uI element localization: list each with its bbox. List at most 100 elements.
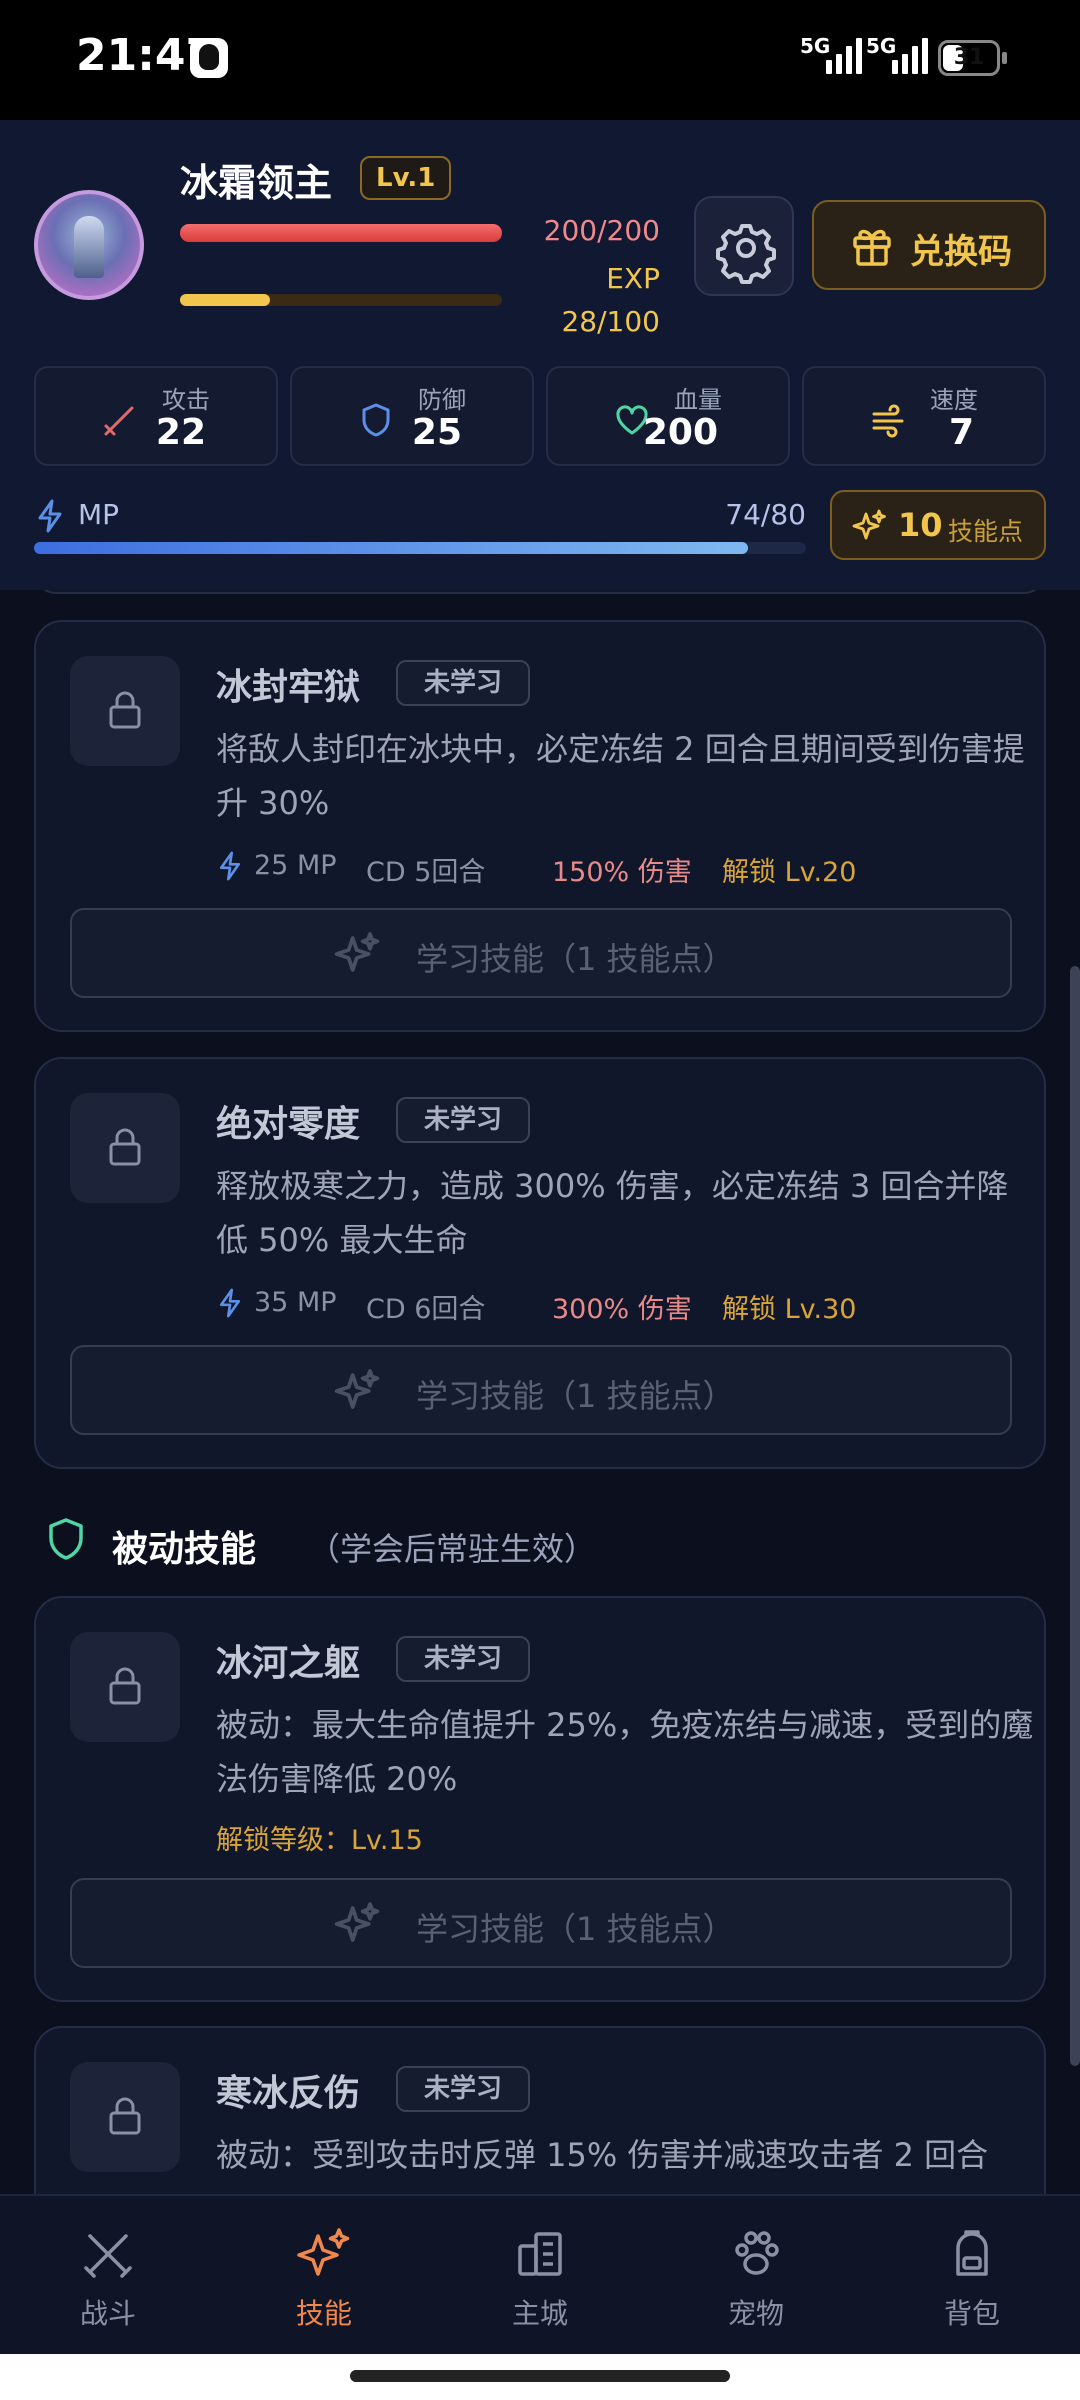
mp-text: 74/80	[725, 498, 806, 531]
player-name: 冰霜领主	[180, 161, 333, 205]
sparkle-icon	[334, 932, 380, 972]
learn-skill-label: 学习技能（1 技能点）	[416, 940, 735, 978]
skill-card: 绝对零度 未学习 释放极寒之力，造成 300% 伤害，必定冻结 3 回合并降低 …	[34, 1057, 1046, 1469]
shield-icon	[362, 403, 390, 437]
skills-list[interactable]: 冰封牢狱 未学习 将敌人封印在冰块中，必定冻结 2 回合且期间受到伤害提升 30…	[0, 590, 1080, 2194]
learn-skill-label: 学习技能（1 技能点）	[416, 1377, 735, 1415]
skill-icon-locked	[70, 656, 180, 766]
passive-section-subtitle: （学会后常驻生效）	[308, 1530, 597, 1568]
lock-icon	[109, 1128, 141, 1166]
stat-value: 22	[155, 412, 206, 453]
status-bar: 21:47 5G 5G 31	[0, 0, 1080, 120]
learn-skill-button[interactable]: 学习技能（1 技能点）	[70, 1878, 1012, 1968]
skill-description: 被动：受到攻击时反弹 15% 伤害并减速攻击者 2 回合	[216, 2136, 989, 2174]
sparkle-icon	[297, 2228, 350, 2276]
network-type-2: 5G	[866, 34, 897, 58]
skill-name: 绝对零度	[216, 1104, 361, 1145]
nav-label: 战斗	[79, 2297, 136, 2330]
settings-button[interactable]	[694, 196, 794, 296]
exp-bar	[180, 294, 502, 306]
paw-icon	[735, 2231, 779, 2275]
skill-unlock-level: 解锁 Lv.20	[722, 857, 857, 888]
gift-icon	[853, 229, 891, 266]
skill-status-badge: 未学习	[396, 2066, 531, 2112]
skill-icon-locked	[70, 1093, 180, 1203]
passive-skill-card: 寒冰反伤 未学习 被动：受到攻击时反弹 15% 伤害并减速攻击者 2 回合	[34, 2026, 1046, 2194]
mp-label: MP	[78, 498, 120, 531]
sparkle-icon	[334, 1902, 380, 1942]
skill-mp-cost: 25 MP	[254, 850, 337, 881]
system-nav-bar	[0, 2354, 1080, 2400]
passive-section-title: 被动技能	[112, 1529, 257, 1570]
skill-description: 将敌人封印在冰块中，必定冻结 2 回合且期间受到伤害提升 30%	[216, 730, 1025, 822]
sword-icon	[104, 406, 134, 436]
skill-cooldown: CD 5回合	[366, 857, 486, 888]
level-badge: Lv.1	[360, 156, 452, 200]
skill-damage: 150% 伤害	[552, 857, 692, 888]
skill-status-badge: 未学习	[396, 1636, 531, 1682]
exp-label: EXP	[606, 262, 660, 295]
scrollbar[interactable]	[1070, 966, 1080, 2066]
nav-label: 宠物	[727, 2297, 784, 2330]
skill-name: 冰封牢狱	[216, 667, 361, 708]
nav-backpack[interactable]: 背包	[864, 2196, 1080, 2356]
home-indicator[interactable]	[350, 2370, 730, 2382]
skill-status-badge: 未学习	[396, 1097, 531, 1143]
skill-icon-locked	[70, 2062, 180, 2172]
building-icon	[518, 2232, 562, 2276]
nav-city[interactable]: 主城	[432, 2196, 648, 2356]
learn-skill-button[interactable]: 学习技能（1 技能点）	[70, 1345, 1012, 1435]
stat-label: 防御	[418, 386, 466, 414]
stat-value: 200	[642, 412, 718, 453]
shield-icon	[49, 1518, 83, 1560]
exp-text: 28/100	[561, 305, 660, 338]
skill-points-count: 10	[898, 506, 943, 544]
battery-level: 31	[953, 45, 985, 70]
skill-description: 释放极寒之力，造成 300% 伤害，必定冻结 3 回合并降低 50% 最大生命	[216, 1167, 1009, 1259]
stat-label: 速度	[930, 386, 978, 414]
skill-cooldown: CD 6回合	[366, 1294, 486, 1325]
stat-value: 7	[948, 412, 974, 453]
signal-icon: 5G	[800, 34, 862, 74]
stat-speed: 速度 7	[802, 366, 1046, 466]
nav-label: 技能	[295, 2297, 352, 2330]
backpack-icon	[956, 2230, 988, 2276]
redeem-code-label: 兑换码	[910, 232, 1012, 272]
lock-icon	[109, 2097, 141, 2135]
learn-skill-button[interactable]: 学习技能（1 技能点）	[70, 908, 1012, 998]
hp-text: 200/200	[543, 214, 660, 247]
skill-name: 冰河之躯	[216, 1643, 361, 1684]
nav-pets[interactable]: 宠物	[648, 2196, 864, 2356]
skill-icon-locked	[70, 1632, 180, 1742]
skill-unlock-level: 解锁等级：Lv.15	[216, 1825, 423, 1856]
learn-skill-label: 学习技能（1 技能点）	[416, 1910, 735, 1948]
crossed-swords-icon	[84, 2234, 132, 2278]
nav-label: 背包	[943, 2297, 1000, 2330]
skill-name: 寒冰反伤	[216, 2073, 361, 2114]
stat-hp: 血量 200	[546, 366, 790, 466]
bottom-nav: 战斗 技能 主城 宠物 背包	[0, 2194, 1080, 2356]
skill-card: 冰封牢狱 未学习 将敌人封印在冰块中，必定冻结 2 回合且期间受到伤害提升 30…	[34, 620, 1046, 1032]
hp-bar	[180, 224, 502, 242]
stat-attack: 攻击 22	[34, 366, 278, 466]
sparkle-icon	[334, 1369, 380, 1409]
lightning-icon	[38, 499, 62, 533]
sparkle-icon	[852, 509, 886, 540]
wind-icon	[872, 404, 904, 438]
skill-points-label: 技能点	[948, 517, 1024, 546]
redeem-code-button[interactable]: 兑换码	[812, 200, 1046, 290]
lightning-icon	[219, 1288, 241, 1318]
skill-mp-cost: 35 MP	[254, 1287, 337, 1318]
skill-points-badge: 10 技能点	[830, 490, 1046, 560]
nav-skills[interactable]: 技能	[216, 2196, 432, 2356]
stat-defense: 防御 25	[290, 366, 534, 466]
skill-status-badge: 未学习	[396, 660, 531, 706]
lightning-icon	[219, 851, 241, 881]
lock-icon	[109, 1667, 141, 1705]
player-avatar[interactable]	[34, 190, 144, 300]
network-type-1: 5G	[800, 34, 831, 58]
signal-icon-2: 5G	[866, 34, 928, 74]
battery-icon: 31	[938, 40, 1007, 76]
nav-battle[interactable]: 战斗	[0, 2196, 216, 2356]
mp-bar	[34, 542, 806, 554]
